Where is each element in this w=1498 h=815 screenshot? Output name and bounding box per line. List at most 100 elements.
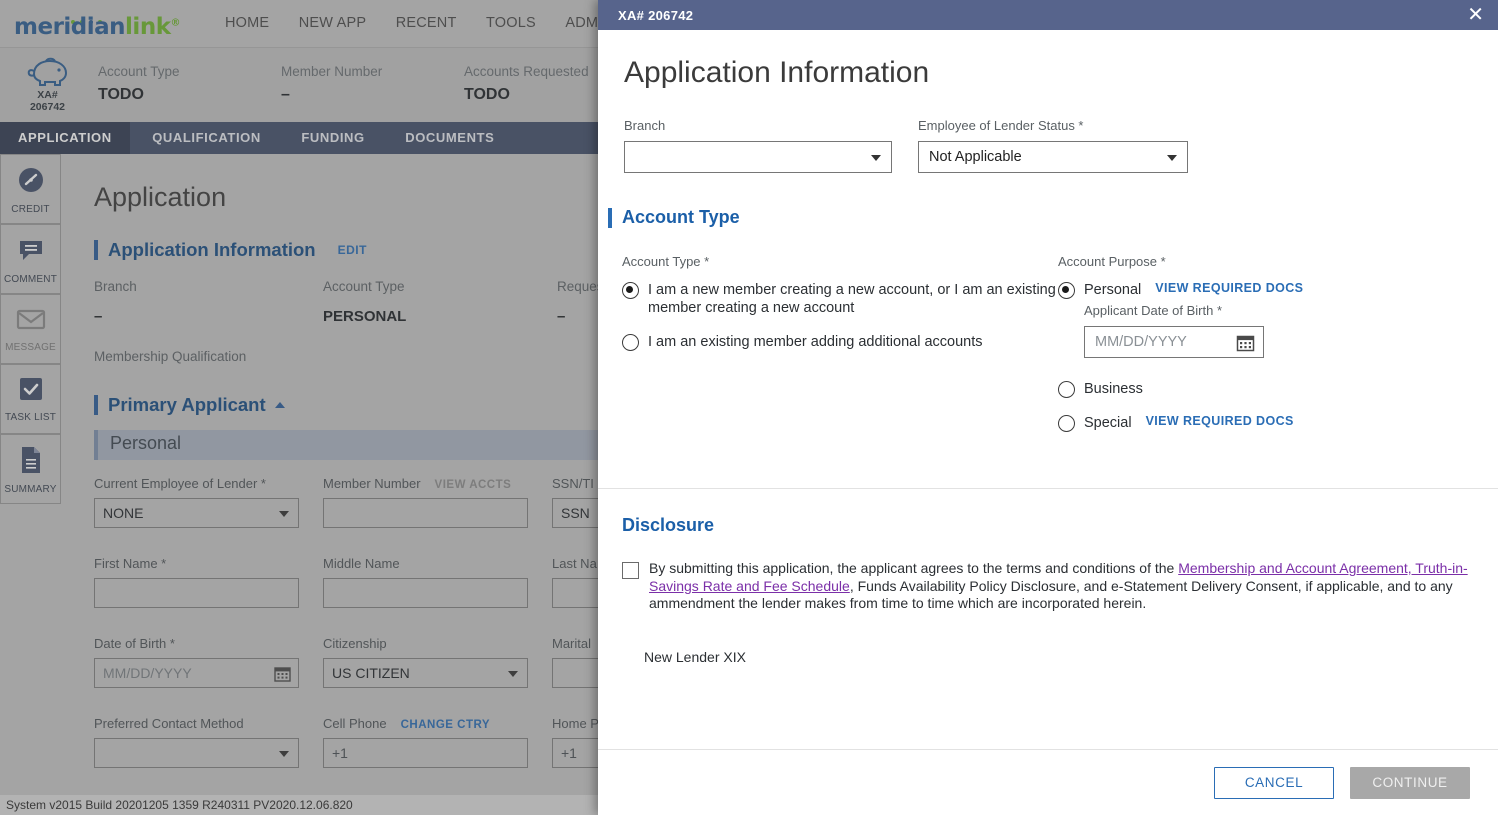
field-branch: Branch (624, 118, 892, 173)
radio-label: Personal (1084, 281, 1141, 299)
chevron-down-icon (1167, 155, 1177, 161)
kv-value: – (94, 308, 137, 325)
account-type-columns: Account Type * I am a new member creatin… (622, 254, 1498, 448)
radio-button[interactable] (622, 334, 639, 351)
rail-item-task-list[interactable]: TASK LIST (0, 364, 61, 434)
nav-item-recent[interactable]: RECENT (396, 15, 457, 31)
field-employee-of-lender-status: Employee of Lender Status * Not Applicab… (918, 118, 1188, 173)
piggy-bank-icon (26, 56, 70, 88)
piggy-bank-icon-group: XA# 206742 (20, 56, 75, 113)
checkbox-icon (17, 375, 45, 403)
radio-option-existing-member[interactable]: I am an existing member adding additiona… (622, 333, 1058, 351)
field-label: Citizenship (323, 636, 528, 651)
modal-header-title: XA# 206742 (618, 8, 693, 23)
calendar-icon[interactable] (1236, 333, 1255, 352)
member-number-input[interactable] (323, 498, 528, 528)
tab-documents[interactable]: DOCUMENTS (387, 122, 512, 154)
radio-option-business[interactable]: Business (1058, 380, 1478, 398)
logo-registered-mark: ® (170, 17, 180, 28)
edit-link[interactable]: EDIT (338, 243, 367, 257)
document-icon (18, 445, 44, 475)
radio-label: Special (1084, 414, 1132, 432)
disclosure-checkbox[interactable] (622, 562, 639, 579)
nav-item-tools[interactable]: TOOLS (486, 15, 536, 31)
nav-item-new-app[interactable]: NEW APP (299, 15, 366, 31)
radio-option-new-member[interactable]: I am a new member creating a new account… (622, 281, 1058, 317)
kv-label: Branch (94, 279, 137, 294)
current-employee-of-lender-select[interactable]: NONE (94, 498, 299, 528)
rail-item-label: CREDIT (1, 204, 60, 215)
rail-item-comment[interactable]: COMMENT (0, 224, 61, 294)
radio-label: Business (1084, 380, 1143, 398)
section-accent-bar (608, 208, 612, 228)
applicant-date-of-birth-input[interactable]: MM/DD/YYYY (1084, 326, 1264, 358)
nav-item-home[interactable]: HOME (225, 15, 269, 31)
field-label: Middle Name (323, 556, 528, 571)
continue-button[interactable]: CONTINUE (1350, 767, 1470, 799)
employee-status-label: Employee of Lender Status * (918, 118, 1188, 133)
input-placeholder: MM/DD/YYYY (1095, 334, 1187, 350)
modal-header: XA# 206742 ✕ (598, 0, 1498, 30)
section-accent-bar (94, 240, 98, 260)
rail-item-label: MESSAGE (1, 342, 60, 353)
rail-item-message[interactable]: MESSAGE (0, 294, 61, 364)
radio-button[interactable] (622, 282, 639, 299)
radio-option-special[interactable]: Special VIEW REQUIRED DOCS (1058, 414, 1478, 432)
radio-option-personal[interactable]: Personal VIEW REQUIRED DOCS (1058, 281, 1478, 299)
field-preferred-contact-method: Preferred Contact Method (94, 716, 299, 768)
header-label: Accounts Requested (464, 64, 589, 79)
change-country-link[interactable]: CHANGE CTRY (401, 719, 490, 731)
tab-qualification[interactable]: QUALIFICATION (134, 122, 279, 154)
middle-name-input[interactable] (323, 578, 528, 608)
applicant-dob-label: Applicant Date of Birth * (1084, 303, 1478, 318)
view-required-docs-link-special[interactable]: VIEW REQUIRED DOCS (1146, 414, 1294, 428)
tab-application[interactable]: APPLICATION (0, 122, 130, 154)
view-accts-link[interactable]: VIEW ACCTS (435, 479, 512, 491)
field-member-number: Member Number VIEW ACCTS (323, 476, 528, 528)
section-divider (598, 488, 1498, 489)
field-first-name: First Name * (94, 556, 299, 608)
chevron-up-icon[interactable] (275, 402, 285, 408)
account-purpose-field-label: Account Purpose * (1058, 254, 1478, 269)
chevron-down-icon (871, 155, 881, 161)
section-title: Application Information (108, 239, 316, 261)
header-column-member-number: Member Number – (281, 64, 382, 104)
date-of-birth-input[interactable]: MM/DD/YYYY (94, 658, 299, 688)
account-purpose-column: Account Purpose * Personal VIEW REQUIRED… (1058, 254, 1478, 448)
rail-item-credit[interactable]: CREDIT (0, 154, 61, 224)
section-title: Primary Applicant (108, 394, 266, 416)
envelope-icon (15, 305, 47, 333)
lender-name: New Lender XIX (644, 649, 1498, 665)
field-cell-phone: Cell PhoneCHANGE CTRY +1 (323, 716, 528, 768)
disclosure-text: By submitting this application, the appl… (649, 560, 1474, 613)
radio-button[interactable] (1058, 282, 1075, 299)
tab-funding[interactable]: FUNDING (283, 122, 382, 154)
employee-of-lender-status-select[interactable]: Not Applicable (918, 141, 1188, 173)
cell-phone-input[interactable]: +1 (323, 738, 528, 768)
branch-select[interactable] (624, 141, 892, 173)
modal-footer: CANCEL CONTINUE (598, 749, 1498, 815)
first-name-input[interactable] (94, 578, 299, 608)
meridianlink-logo[interactable]: meridianlink® (14, 9, 174, 39)
radio-button[interactable] (1058, 381, 1075, 398)
radio-button[interactable] (1058, 415, 1075, 432)
citizenship-select[interactable]: US CITIZEN (323, 658, 528, 688)
account-type-field-label: Account Type * (622, 254, 1058, 269)
view-required-docs-link-personal[interactable]: VIEW REQUIRED DOCS (1155, 281, 1303, 295)
modal-top-fields: Branch Employee of Lender Status * Not A… (624, 118, 1498, 173)
field-label: Preferred Contact Method (94, 716, 299, 731)
calendar-icon[interactable] (274, 665, 291, 682)
country-prefix: +1 (561, 739, 577, 767)
select-value: US CITIZEN (332, 665, 410, 681)
rail-item-summary[interactable]: SUMMARY (0, 434, 61, 504)
section-title: Account Type (622, 207, 740, 228)
field-label-text: Member Number (323, 476, 421, 491)
cancel-button[interactable]: CANCEL (1214, 767, 1334, 799)
application-id: XA# 206742 (20, 89, 75, 113)
preferred-contact-method-select[interactable] (94, 738, 299, 768)
header-value: TODO (464, 86, 589, 104)
employee-status-value: Not Applicable (929, 149, 1022, 165)
close-icon[interactable]: ✕ (1467, 5, 1484, 25)
chevron-down-icon (279, 751, 289, 757)
modal-title: Application Information (624, 56, 1498, 90)
